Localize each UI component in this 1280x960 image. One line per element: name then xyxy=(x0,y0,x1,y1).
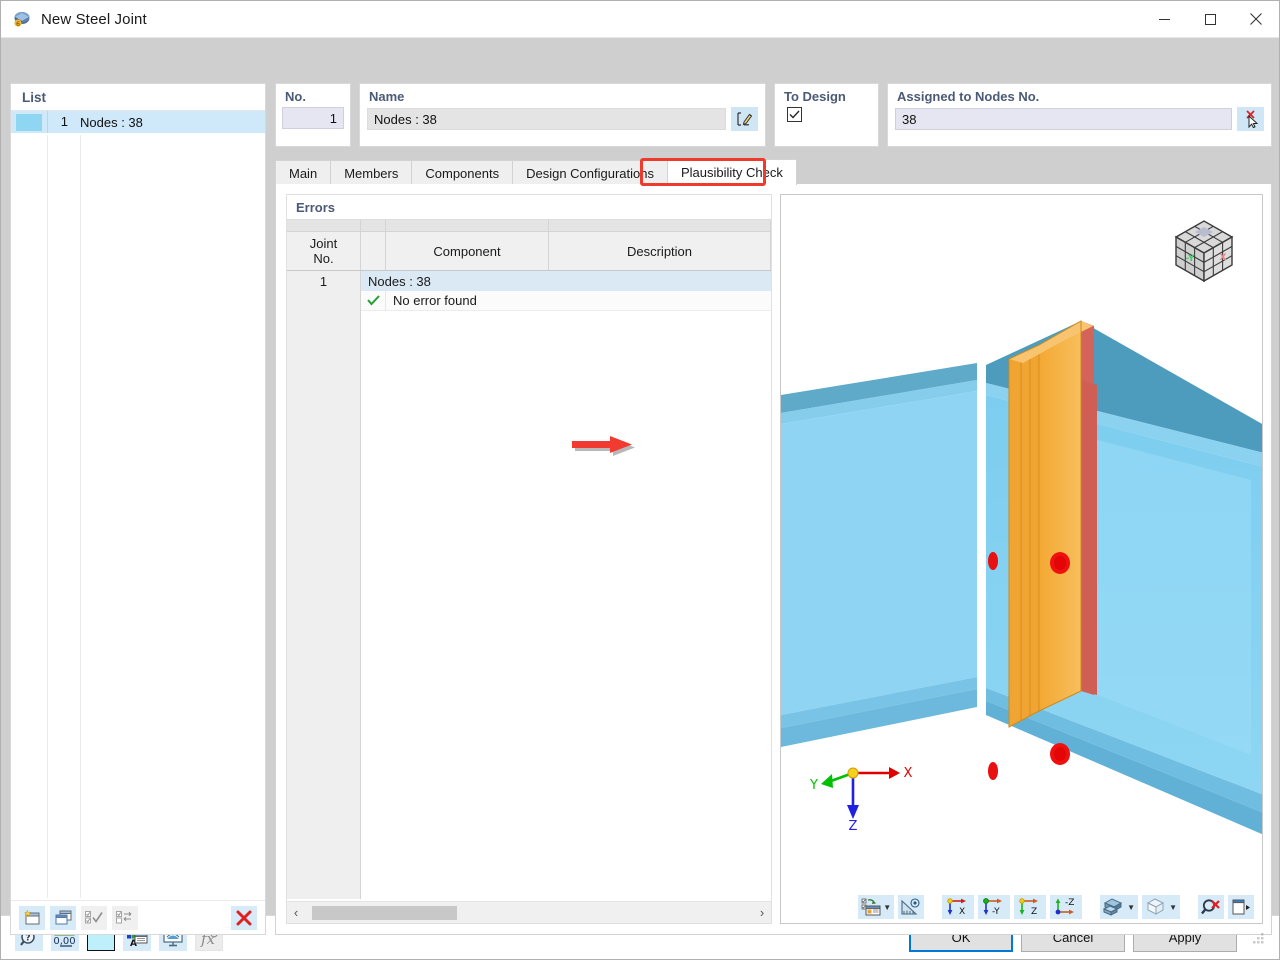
list-toolbar xyxy=(11,900,265,934)
assigned-nodes-input[interactable]: 38 xyxy=(895,108,1232,130)
svg-text:X: X xyxy=(959,907,965,916)
delete-joint-button[interactable] xyxy=(231,905,257,930)
scroll-thumb[interactable] xyxy=(312,905,457,920)
list-item-label: Nodes : 38 xyxy=(80,114,143,130)
copy-joint-button[interactable] xyxy=(50,905,76,930)
errors-horizontal-scrollbar[interactable]: ‹ › xyxy=(287,901,771,923)
tabstrip: Main Members Components Design Configura… xyxy=(275,159,1272,185)
to-design-checkbox[interactable] xyxy=(787,107,802,122)
render-mode-button[interactable]: ▼ xyxy=(1100,895,1139,919)
list-item-color-swatch xyxy=(16,113,42,131)
pick-cursor-icon[interactable] xyxy=(1237,107,1264,131)
view-cube-face-left: -Y xyxy=(1186,254,1195,264)
list-panel-label: List xyxy=(22,90,47,105)
view-cube-face-right: X xyxy=(1220,253,1227,263)
plausibility-check-panel: Errors Joint No. Component Description 1… xyxy=(275,184,1272,935)
column-header-joint-no[interactable]: Joint No. xyxy=(287,232,361,270)
joint-number-panel: No. 1 xyxy=(275,83,351,147)
invert-selection-button xyxy=(112,905,138,930)
dialog-body: List 1 Nodes : 38 No. 1 Name Nodes: 38 … xyxy=(1,38,1279,935)
column-header-description[interactable]: Description xyxy=(549,232,771,270)
view-isometric-button[interactable]: -Z xyxy=(1050,895,1083,919)
view-in-x-button[interactable]: X xyxy=(942,895,975,919)
window-title: New Steel Joint xyxy=(41,10,147,28)
grid-empty-area xyxy=(287,287,771,899)
joint-number-label: No. xyxy=(285,89,306,104)
assigned-nodes-label: Assigned to Nodes No. xyxy=(897,89,1040,104)
scroll-right-arrow[interactable]: › xyxy=(753,905,771,920)
errors-grid: Joint No. Component Description 1 Nodes … xyxy=(287,219,771,899)
viewport-toolbar: ▼ X -Y Z -Z ▼ ▼ xyxy=(781,891,1262,923)
wireframe-mode-button[interactable]: ▼ xyxy=(1142,895,1180,919)
list-rows: 1 Nodes : 38 xyxy=(11,110,265,133)
to-design-panel: To Design xyxy=(774,83,879,147)
grid-header: Joint No. Component Description xyxy=(287,232,771,271)
grid-top-strip xyxy=(287,220,771,232)
chevron-down-icon: ▼ xyxy=(1127,902,1136,912)
name-input[interactable]: Nodes : 38 xyxy=(367,108,726,130)
svg-text:6: 6 xyxy=(16,21,20,28)
assigned-nodes-panel: Assigned to Nodes No. 38 xyxy=(887,83,1272,147)
axis-label-x: X xyxy=(904,766,913,781)
titlebar: 6 New Steel Joint xyxy=(1,1,1279,38)
tab-main[interactable]: Main xyxy=(275,160,332,185)
annotation-arrow xyxy=(572,436,640,458)
tab-design-configurations[interactable]: Design Configurations xyxy=(512,160,668,185)
column-header-component[interactable]: Component xyxy=(386,232,549,270)
view-in-negative-y-button[interactable]: -Y xyxy=(978,895,1011,919)
new-joint-button[interactable] xyxy=(19,905,45,930)
axis-triad: X Y Z xyxy=(805,751,915,834)
column-header-status[interactable] xyxy=(361,232,386,270)
steel-joint-icon: 6 xyxy=(12,9,32,29)
minimize-button[interactable] xyxy=(1141,1,1187,38)
resize-grip[interactable] xyxy=(1251,931,1265,945)
chevron-down-icon: ▼ xyxy=(883,902,892,912)
axis-label-z: Z xyxy=(849,819,858,831)
display-properties-button[interactable]: ▼ xyxy=(858,895,895,919)
scroll-left-arrow[interactable]: ‹ xyxy=(287,905,305,920)
svg-text:-Y: -Y xyxy=(992,907,1000,916)
tab-plausibility-check[interactable]: Plausibility Check xyxy=(667,159,797,185)
close-button[interactable] xyxy=(1233,1,1279,38)
name-label: Name xyxy=(369,89,405,104)
name-panel: Name Nodes : 38 xyxy=(359,83,766,147)
joint-number-input[interactable]: 1 xyxy=(282,107,344,129)
chevron-down-icon: ▼ xyxy=(1169,902,1177,912)
list-column-divider-1 xyxy=(47,135,48,898)
axis-label-y: Y xyxy=(809,778,818,793)
view-in-z-button[interactable]: Z xyxy=(1014,895,1047,919)
list-column-divider-2 xyxy=(80,135,81,898)
to-design-label: To Design xyxy=(784,89,846,104)
maximize-button[interactable] xyxy=(1187,1,1233,38)
list-item-number: 1 xyxy=(47,111,75,133)
tab-components[interactable]: Components xyxy=(411,160,514,185)
list-panel: List 1 Nodes : 38 xyxy=(10,83,266,935)
view-cube[interactable]: -Y X xyxy=(1168,215,1240,287)
errors-pane: Errors Joint No. Component Description 1… xyxy=(286,194,772,924)
tab-members[interactable]: Members xyxy=(330,160,413,185)
measure-button[interactable] xyxy=(898,895,925,919)
new-steel-joint-dialog: 6 New Steel Joint List 1 Nodes : 38 No. … xyxy=(0,0,1280,960)
toggle-panel-button[interactable] xyxy=(1228,895,1254,919)
model-viewport[interactable]: -Y X X Y Z ▼ X -Y Z -Z ▼ ▼ xyxy=(780,194,1263,924)
reset-zoom-button[interactable] xyxy=(1198,895,1224,919)
list-item[interactable]: 1 Nodes : 38 xyxy=(11,111,265,133)
svg-text:-Z: -Z xyxy=(1065,898,1074,908)
svg-text:Z: Z xyxy=(1031,907,1037,916)
check-all-button xyxy=(81,905,107,930)
svg-text:0,00: 0,00 xyxy=(53,936,75,947)
errors-title: Errors xyxy=(296,200,336,215)
scroll-track[interactable] xyxy=(305,905,753,920)
edit-pencil-icon[interactable] xyxy=(731,107,758,131)
